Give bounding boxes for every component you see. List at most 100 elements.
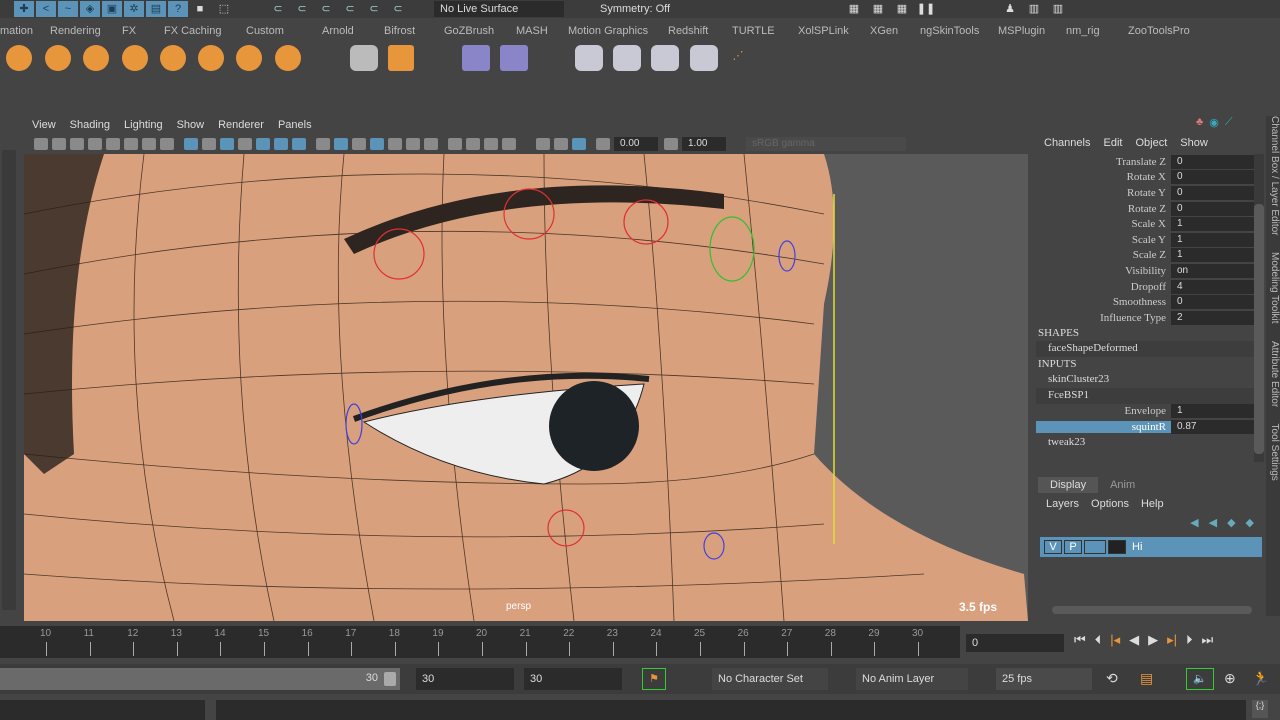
ambient-occlusion-icon[interactable] — [448, 138, 462, 150]
cache-icon[interactable]: ▤ — [1140, 670, 1153, 687]
channel-row[interactable]: Dropoff 4 — [1036, 279, 1264, 295]
symmetry-dropdown[interactable]: Symmetry: Off — [594, 1, 734, 17]
sound-icon[interactable]: 🔈 — [1186, 668, 1214, 690]
resolution-gate-icon[interactable] — [220, 138, 234, 150]
viewport-menu-shading[interactable]: Shading — [70, 119, 110, 131]
input-node[interactable]: skinCluster23 — [1036, 372, 1264, 388]
exposure-icon[interactable] — [596, 138, 610, 150]
snap-live-icon[interactable]: ⊂ — [388, 1, 408, 17]
channel-value[interactable]: on — [1171, 263, 1264, 278]
camera-icon[interactable] — [34, 138, 48, 150]
grid-icon[interactable] — [184, 138, 198, 150]
time-slider[interactable]: 10 11 12 13 14 15 16 17 18 19 20 21 22 23 24 25 26 27 28 29… — [0, 626, 960, 658]
step-forward-key-icon[interactable]: ⏵ — [1186, 632, 1193, 648]
workspace-icon[interactable]: ▥ — [1024, 1, 1044, 17]
channel-value[interactable]: 0 — [1171, 185, 1264, 200]
pen-icon[interactable] — [160, 138, 174, 150]
menu-show[interactable]: Show — [1180, 137, 1208, 149]
viewport-menu-view[interactable]: View — [32, 119, 56, 131]
channel-value[interactable]: 1 — [1171, 248, 1264, 263]
object-mode-icon[interactable]: ~ — [58, 1, 78, 17]
step-back-frame-icon[interactable]: |◂ — [1110, 632, 1120, 648]
character-set-dropdown[interactable]: No Character Set — [712, 668, 828, 690]
channel-row[interactable]: Rotate X 0 — [1036, 170, 1264, 186]
pause-icon[interactable]: ❚❚ — [916, 1, 936, 17]
mel-input[interactable] — [0, 700, 205, 720]
select-mode-icon[interactable]: ✚ — [14, 1, 34, 17]
shelf-tab[interactable]: ZooToolsPro — [1116, 22, 1196, 40]
channel-value[interactable]: 0 — [1171, 295, 1264, 310]
scene-view[interactable]: persp 3.5 fps — [24, 154, 1028, 621]
shelf-tab[interactable]: Arnold — [310, 22, 372, 40]
snap-curve-icon[interactable]: ⊂ — [292, 1, 312, 17]
shelf-tool-icon[interactable] — [651, 45, 679, 71]
menu-options[interactable]: Options — [1091, 498, 1129, 510]
input-node[interactable]: tweak23 — [1036, 434, 1264, 451]
channel-value[interactable]: 0 — [1171, 154, 1264, 169]
misc-mask-icon[interactable]: ? — [168, 1, 188, 17]
shelf-tool-icon[interactable] — [575, 45, 603, 71]
shelf-tool-icon[interactable] — [122, 45, 148, 71]
play-backward-icon[interactable]: ◀ — [1129, 632, 1139, 648]
side-tab[interactable]: Attribute Editor — [1269, 341, 1280, 407]
hierarchy-mode-icon[interactable]: < — [36, 1, 56, 17]
shelf-tab[interactable]: nm_rig — [1054, 22, 1116, 40]
channel-row[interactable]: Visibility on — [1036, 263, 1264, 279]
pick-mask-icon[interactable]: ▣ — [102, 1, 122, 17]
depth-of-field-icon[interactable] — [502, 138, 516, 150]
shelf-tab[interactable]: XolSPLink — [786, 22, 858, 40]
viewport-menu-renderer[interactable]: Renderer — [218, 119, 264, 131]
channel-value[interactable]: 4 — [1171, 279, 1264, 294]
channel-row[interactable]: Scale Z 1 — [1036, 248, 1264, 264]
default-material-icon[interactable] — [352, 138, 366, 150]
display-type-toggle[interactable] — [1084, 540, 1106, 554]
channel-row[interactable]: Envelope 1 — [1036, 404, 1264, 420]
textured-icon[interactable] — [388, 138, 402, 150]
menu-object[interactable]: Object — [1135, 137, 1167, 149]
shelf-tool-icon[interactable] — [83, 45, 109, 71]
xray-joints-icon[interactable] — [572, 138, 586, 150]
wireframe-icon[interactable] — [316, 138, 330, 150]
gamma-icon[interactable] — [664, 138, 678, 150]
shelf-tab[interactable]: MSPlugin — [986, 22, 1054, 40]
side-tab[interactable]: Modeling Toolkit — [1269, 252, 1280, 324]
channel-value[interactable]: 0.87 — [1171, 419, 1264, 434]
shelf-tab[interactable]: Rendering — [38, 22, 110, 40]
layer-color-swatch[interactable] — [1108, 540, 1126, 554]
live-surface-field[interactable]: No Live Surface — [434, 1, 564, 17]
shelf-tab[interactable]: Bifrost — [372, 22, 432, 40]
channel-row[interactable]: Rotate Y 0 — [1036, 185, 1264, 201]
component-mode-icon[interactable]: ◈ — [80, 1, 100, 17]
channel-value[interactable]: 0 — [1171, 170, 1264, 185]
exposure-field[interactable]: 0.00 — [614, 137, 658, 151]
loop-icon[interactable]: ⟲ — [1106, 670, 1118, 687]
channel-box-edit-icon[interactable]: ⟋ — [1225, 116, 1233, 132]
channel-box-refresh-icon[interactable]: ◉ — [1209, 116, 1219, 132]
shelf-tab[interactable]: FX Caching — [152, 22, 234, 40]
shelf-tab[interactable]: Redshift — [656, 22, 720, 40]
grease-pencil-icon[interactable] — [124, 138, 138, 150]
render-settings-icon[interactable]: ▦ — [892, 1, 912, 17]
playback-end-field[interactable]: 30 — [416, 668, 514, 690]
menu-channels[interactable]: Channels — [1044, 137, 1090, 149]
step-back-key-icon[interactable]: ⏴ — [1095, 632, 1102, 648]
channel-row[interactable]: Smoothness 0 — [1036, 294, 1264, 310]
channel-value[interactable]: 1 — [1171, 404, 1264, 419]
shelf-tool-icon[interactable] — [388, 45, 414, 71]
2d-pan-icon[interactable] — [142, 138, 156, 150]
bookmark2-icon[interactable] — [106, 138, 120, 150]
shelf-tab[interactable]: ngSkinTools — [908, 22, 986, 40]
move-layer-up-icon[interactable]: ◀ — [1190, 516, 1198, 529]
xray-icon[interactable] — [554, 138, 568, 150]
side-tab[interactable]: Channel Box / Layer Editor — [1269, 116, 1280, 236]
go-to-start-icon[interactable]: ⏮ — [1074, 632, 1086, 648]
menu-edit[interactable]: Edit — [1103, 137, 1122, 149]
snap-point-icon[interactable]: ⊂ — [316, 1, 336, 17]
move-layer-down-icon[interactable]: ◀ — [1209, 516, 1217, 529]
input-node[interactable]: FceBSP1 — [1036, 387, 1264, 404]
shelf-tool-icon[interactable]: ⋰ — [728, 48, 748, 64]
channel-row-selected[interactable]: squintR 0.87 — [1036, 419, 1264, 435]
layer-row[interactable]: V P Hi — [1040, 537, 1262, 557]
shelf-tool-icon[interactable] — [690, 45, 718, 71]
script-editor-icon[interactable]: {;} — [1252, 700, 1268, 718]
